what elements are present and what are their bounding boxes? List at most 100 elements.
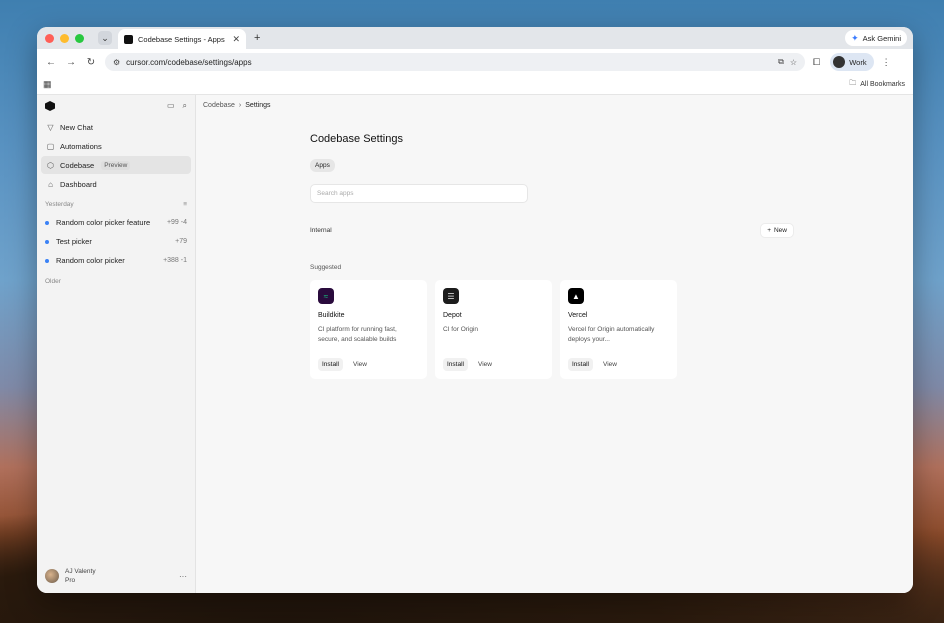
app-name: Vercel <box>568 312 588 319</box>
unread-dot <box>45 220 49 225</box>
unread-dot <box>45 239 49 244</box>
tab-search-icon[interactable]: ⌄ <box>98 31 112 45</box>
internal-row: Internal + New <box>310 223 794 238</box>
more-options-icon[interactable]: ··· <box>179 572 187 581</box>
profile-avatar <box>833 56 846 68</box>
tab-apps[interactable]: Apps <box>310 159 335 172</box>
settings-content: Codebase Settings Apps Internal + New Su… <box>310 133 794 379</box>
reload-icon[interactable]: ↻ <box>81 57 101 68</box>
tab-close-icon[interactable]: ✕ <box>232 34 240 45</box>
section-label: Older <box>45 277 61 285</box>
new-tab-icon[interactable]: + <box>254 32 260 44</box>
bookmarks-bar: ▦ 🗀 All Bookmarks <box>37 75 913 95</box>
cursor-favicon-icon <box>124 34 133 44</box>
ask-gemini-button[interactable]: ✦ Ask Gemini <box>845 30 907 46</box>
breadcrumb-settings: Settings <box>245 102 271 109</box>
folder-icon: 🗀 <box>849 80 857 87</box>
window-controls <box>45 33 84 43</box>
close-window-button[interactable] <box>45 33 54 43</box>
cursor-logo-icon[interactable] <box>45 101 55 111</box>
bot-icon: ▢ <box>46 141 55 151</box>
main-content: Codebase › Settings Codebase Settings Ap… <box>196 95 913 593</box>
profile-button[interactable]: Work <box>830 53 874 71</box>
app-card-vercel: ▲ Vercel Vercel for Origin automatically… <box>560 280 677 379</box>
active-tab[interactable]: Codebase Settings - Apps | C ✕ <box>118 29 246 49</box>
tab-title: Codebase Settings - Apps | C <box>138 34 228 44</box>
gemini-sparkle-icon: ✦ <box>851 32 859 43</box>
user-profile[interactable]: AJ Valenty Pro ··· <box>45 567 187 585</box>
section-label: Yesterday <box>45 200 74 208</box>
sidebar-item-automations[interactable]: ▢ Automations <box>41 137 191 155</box>
list-item[interactable]: Random color picker feature +99 -4 <box>37 213 195 232</box>
maximize-window-button[interactable] <box>75 33 84 43</box>
unread-dot <box>45 258 49 263</box>
home-icon: ⌂ <box>48 179 53 189</box>
back-arrow-icon[interactable]: ← <box>41 57 61 68</box>
depot-logo-icon: ☰ <box>443 288 459 304</box>
search-input[interactable] <box>310 184 528 203</box>
plus-icon: + <box>767 227 771 234</box>
tab-strip: ⌄ Codebase Settings - Apps | C ✕ + ✦ Ask… <box>37 27 913 49</box>
breadcrumb: Codebase › Settings <box>203 102 271 109</box>
install-button[interactable]: Install <box>568 358 593 371</box>
all-bookmarks-label: All Bookmarks <box>860 81 905 88</box>
suggested-label: Suggested <box>310 264 342 271</box>
install-app-icon[interactable]: ⧉ <box>778 57 784 67</box>
new-button-label: New <box>773 227 787 234</box>
breadcrumb-codebase[interactable]: Codebase <box>203 102 235 109</box>
app-card-depot: ☰ Depot CI for Origin Install View <box>435 280 552 379</box>
install-button[interactable]: Install <box>443 358 468 371</box>
sidebar: ▭ ⌕ ▽ New Chat ▢ Automations ⬡ Codebase … <box>37 95 196 593</box>
internal-label: Internal <box>310 227 332 234</box>
filter-icon: ▽ <box>47 122 54 132</box>
history-diff: +388 -1 <box>163 257 187 264</box>
user-name: AJ Valenty <box>65 568 96 575</box>
page: ▭ ⌕ ▽ New Chat ▢ Automations ⬡ Codebase … <box>37 95 913 593</box>
sidebar-item-label: New Chat <box>60 122 93 132</box>
page-title: Codebase Settings <box>310 133 403 145</box>
history-name: Random color picker <box>56 256 125 265</box>
browser-toolbar: ← → ↻ ⚙ cursor.com/codebase/settings/app… <box>37 49 913 75</box>
section-yesterday: Yesterday ≡ <box>37 195 195 213</box>
history-name: Test picker <box>56 237 92 246</box>
list-item[interactable]: Random color picker +388 -1 <box>37 251 195 270</box>
sidebar-header: ▭ ⌕ <box>37 95 195 117</box>
bookmark-star-icon[interactable]: ☆ <box>790 58 797 67</box>
site-settings-icon[interactable]: ⚙ <box>113 58 120 67</box>
forward-arrow-icon[interactable]: → <box>61 57 81 68</box>
view-button[interactable]: View <box>478 361 492 368</box>
minimize-window-button[interactable] <box>60 33 69 43</box>
toggle-sidebar-icon[interactable]: ▭ <box>167 101 175 111</box>
view-button[interactable]: View <box>603 361 617 368</box>
search-icon[interactable]: ⌕ <box>183 101 187 111</box>
history-name: Random color picker feature <box>56 218 151 227</box>
app-name: Buildkite <box>318 312 345 319</box>
preview-badge: Preview <box>101 160 131 170</box>
apps-grid-icon[interactable]: ▦ <box>43 79 52 90</box>
sidebar-item-label: Dashboard <box>60 179 97 189</box>
address-bar[interactable]: ⚙ cursor.com/codebase/settings/apps ⧉ ☆ <box>105 53 805 71</box>
view-button[interactable]: View <box>353 361 367 368</box>
user-plan: Pro <box>65 577 76 584</box>
sidebar-item-dashboard[interactable]: ⌂ Dashboard <box>41 175 191 193</box>
profile-label: Work <box>849 57 867 67</box>
app-description: Vercel for Origin automatically deploys … <box>568 326 655 343</box>
url-text: cursor.com/codebase/settings/apps <box>126 57 252 67</box>
sidebar-item-new-chat[interactable]: ▽ New Chat <box>41 118 191 136</box>
app-cards: ≈ Buildkite CI platform for running fast… <box>310 280 794 379</box>
install-button[interactable]: Install <box>318 358 343 371</box>
ask-gemini-label: Ask Gemini <box>862 33 901 43</box>
new-app-button[interactable]: + New <box>760 223 794 238</box>
app-description: CI platform for running fast, secure, an… <box>318 326 397 343</box>
breadcrumb-separator-icon: › <box>238 102 242 109</box>
sidebar-item-label: Codebase <box>60 160 95 170</box>
app-description: CI for Origin <box>443 326 479 333</box>
sidebar-item-codebase[interactable]: ⬡ Codebase Preview <box>41 156 191 174</box>
history-diff: +79 <box>175 238 187 245</box>
filter-list-icon[interactable]: ≡ <box>183 201 187 208</box>
extensions-icon[interactable]: ⧠ <box>813 57 820 68</box>
list-item[interactable]: Test picker +79 <box>37 232 195 251</box>
browser-menu-icon[interactable]: ⋮ <box>882 57 891 68</box>
browser-window: ⌄ Codebase Settings - Apps | C ✕ + ✦ Ask… <box>37 27 913 593</box>
all-bookmarks-button[interactable]: 🗀 All Bookmarks <box>849 79 905 90</box>
